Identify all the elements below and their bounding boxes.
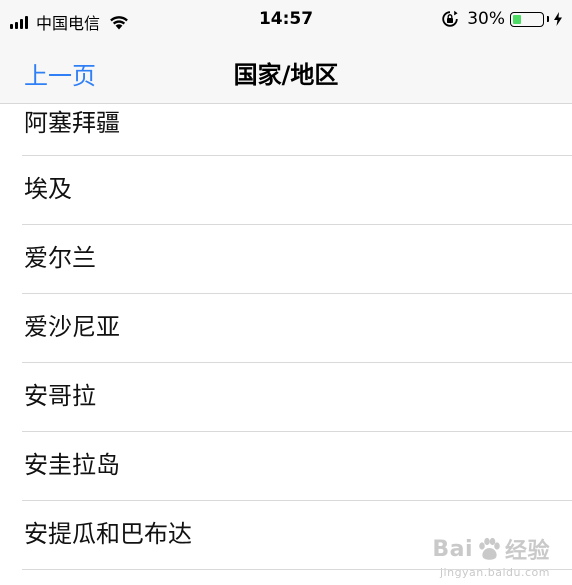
list-item-label: 爱沙尼亚 [24,313,120,341]
baidu-paw-icon [479,537,500,560]
list-item[interactable]: 埃及 [0,156,572,225]
list-item-label: 安哥拉 [24,382,96,410]
navigation-bar: 上一页 国家/地区 [0,40,572,104]
charging-bolt-icon [554,12,562,26]
list-item-label: 埃及 [24,175,72,203]
baidu-jingyan-watermark: Bai 经验 jingyan.baidu.com [432,533,550,580]
list-item[interactable]: 爱沙尼亚 [0,294,572,363]
watermark-subtitle: jingyan.baidu.com [439,566,550,579]
list-item-label: 安提瓜和巴布达 [24,520,192,548]
list-item[interactable]: 安圭拉岛 [0,432,572,501]
status-bar: 中国电信 14:57 30% [0,0,572,40]
battery-terminal [547,16,549,22]
list-item-label: 爱尔兰 [24,244,96,272]
country-list: 阿塞拜疆 埃及 爱尔兰 爱沙尼亚 安哥拉 安圭拉岛 安提瓜和巴布达 [0,104,572,570]
list-item[interactable]: 安哥拉 [0,363,572,432]
battery-percent: 30% [467,9,505,29]
rotation-lock-icon [442,10,458,27]
phone-screen: 中国电信 14:57 30% 上一页 国家/地区 阿塞拜疆 埃及 爱尔兰 爱沙尼… [0,0,572,585]
page-title: 国家/地区 [233,61,339,89]
watermark-brand-left: Bai [432,536,473,562]
status-bar-right: 30% [441,9,562,29]
watermark-brand-right: 经验 [504,539,550,564]
list-item-label: 安圭拉岛 [24,451,120,479]
watermark-brand: Bai 经验 [432,533,550,565]
battery-level-fill [513,14,521,24]
battery-icon [510,11,544,27]
list-item-label: 阿塞拜疆 [24,109,120,137]
list-item[interactable]: 爱尔兰 [0,225,572,294]
list-item[interactable]: 阿塞拜疆 [0,104,572,156]
